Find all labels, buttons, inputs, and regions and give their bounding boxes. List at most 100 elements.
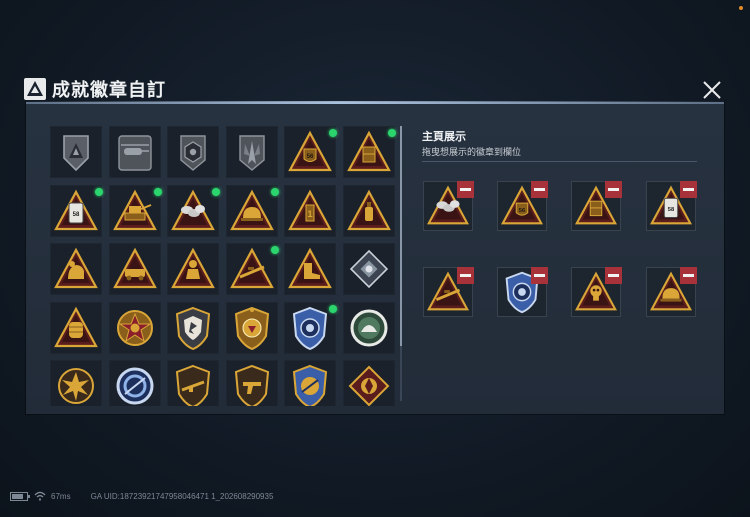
badge-cell[interactable] (343, 243, 395, 295)
remove-badge-button[interactable] (680, 267, 697, 284)
fist-badge-icon (54, 306, 98, 347)
badge-cell[interactable] (108, 184, 162, 237)
achievement-logo-icon (24, 78, 46, 100)
new-badge-dot (329, 304, 338, 313)
sniper-badge-icon (229, 247, 274, 289)
elite-emblem-badge-icon (63, 135, 89, 172)
bear-badge-icon (54, 247, 98, 289)
first-place-badge-icon: 1 (288, 189, 333, 230)
rifle-badge-icon (176, 364, 211, 406)
badge-cell[interactable] (343, 184, 395, 237)
badge-cell[interactable] (167, 301, 220, 354)
badge-cell[interactable] (50, 126, 102, 178)
svg-text:58: 58 (73, 212, 80, 218)
helmet-badge-icon (229, 189, 274, 230)
turret-badge-icon (112, 189, 157, 230)
remove-badge-button[interactable] (605, 267, 622, 284)
page-title: 成就徽章自訂 (52, 80, 166, 100)
close-icon[interactable] (700, 80, 724, 100)
red-diamond-badge-icon (348, 365, 390, 406)
svg-text:58: 58 (668, 207, 675, 213)
showcase-subtitle: 拖曳想展示的徽章到欄位 (422, 147, 522, 157)
showcase-slot[interactable] (646, 267, 697, 317)
panel-glow (26, 101, 724, 104)
badge-cell[interactable] (225, 184, 279, 237)
remove-badge-button[interactable] (457, 181, 474, 198)
ping-value: 67ms (51, 491, 71, 501)
badge-cell[interactable] (50, 243, 102, 295)
badge-cell[interactable] (167, 126, 220, 178)
helicopter-emblem-badge-icon (117, 135, 152, 171)
badge-cell[interactable]: 58 (50, 184, 103, 237)
wifi-icon (34, 491, 46, 501)
uid-text: GA UID:18723921747958046471 1_2026082909… (90, 491, 274, 501)
badge-cell[interactable] (343, 126, 396, 178)
showcase-slot[interactable]: 58 (646, 181, 697, 231)
soldier-badge-icon (171, 247, 216, 289)
showcase-slot[interactable]: 56 (497, 181, 548, 231)
badge-cell[interactable]: 1 (284, 184, 337, 237)
showcase-slot[interactable] (423, 181, 474, 231)
silver-diamond-badge-icon (349, 249, 389, 289)
showcase-title: 主頁展示 (422, 131, 466, 143)
status-bar: 67ms GA UID:18723921747958046471 1_20260… (10, 491, 273, 501)
badge-cell[interactable]: 56 (284, 126, 338, 178)
badge-cell[interactable] (108, 301, 161, 354)
svg-text:56: 56 (519, 208, 525, 214)
scrollbar[interactable] (400, 126, 402, 401)
battery-icon (10, 491, 30, 501)
divider (422, 161, 697, 162)
hex-emblem-badge-icon (180, 135, 206, 171)
svg-text:1: 1 (308, 209, 313, 219)
badge-cell[interactable] (284, 360, 337, 406)
badge-cell[interactable] (50, 301, 102, 354)
badge-cell[interactable] (108, 360, 161, 406)
gold-shield-badge-icon (293, 364, 328, 406)
shield-medal-badge-icon (176, 306, 211, 350)
badge-cell[interactable] (167, 243, 220, 295)
pistol-badge-icon (234, 364, 269, 406)
badge-cell[interactable] (225, 301, 278, 354)
badge-cell[interactable] (225, 243, 279, 295)
new-badge-dot (95, 187, 103, 196)
badge-cell[interactable] (225, 126, 278, 178)
badge-cell[interactable] (167, 184, 221, 237)
blue-ring-badge-icon (116, 367, 154, 405)
badge-grid[interactable]: 56 58 1 (50, 126, 400, 406)
remove-badge-button[interactable] (531, 181, 548, 198)
badge-cell[interactable] (343, 301, 395, 354)
boot-badge-icon (288, 247, 333, 289)
explosion-badge-icon (58, 368, 94, 404)
title-bar: 成就徽章自訂 (24, 76, 166, 102)
remove-badge-button[interactable] (605, 181, 622, 198)
showcase-slot[interactable] (571, 267, 622, 317)
gold-star-medal-badge-icon (234, 306, 269, 350)
showcase-slot[interactable] (497, 267, 548, 317)
green-circle-badge-icon (350, 309, 388, 346)
notification-dot (739, 6, 743, 10)
remove-badge-button[interactable] (680, 181, 697, 198)
new-badge-dot (270, 187, 279, 196)
badge-panel: 56 58 1 主頁展示 拖曳想展示的徽章到欄位 56 58 (26, 101, 724, 414)
new-badge-dot (153, 187, 162, 196)
badge-cell[interactable] (108, 126, 161, 178)
showcase-slot[interactable] (571, 181, 622, 231)
badge-cell[interactable] (50, 360, 102, 406)
bottle-badge-icon (347, 189, 391, 230)
wings-emblem-badge-icon (239, 135, 265, 171)
badge-cell[interactable] (167, 360, 220, 406)
badge-cell[interactable] (284, 301, 338, 354)
badge-cell[interactable] (284, 243, 337, 295)
badge-cell[interactable] (225, 360, 278, 406)
badge-cell[interactable] (343, 360, 395, 406)
svg-text:56: 56 (307, 154, 314, 160)
badge-cell[interactable] (108, 243, 161, 295)
new-badge-dot (212, 187, 221, 196)
star-medal-badge-icon (116, 309, 153, 346)
remove-badge-button[interactable] (457, 267, 474, 284)
vehicle-badge-icon (112, 247, 157, 289)
new-badge-dot (388, 129, 396, 137)
showcase-slot[interactable] (423, 267, 474, 317)
remove-badge-button[interactable] (531, 267, 548, 284)
scroll-thumb[interactable] (400, 126, 402, 346)
